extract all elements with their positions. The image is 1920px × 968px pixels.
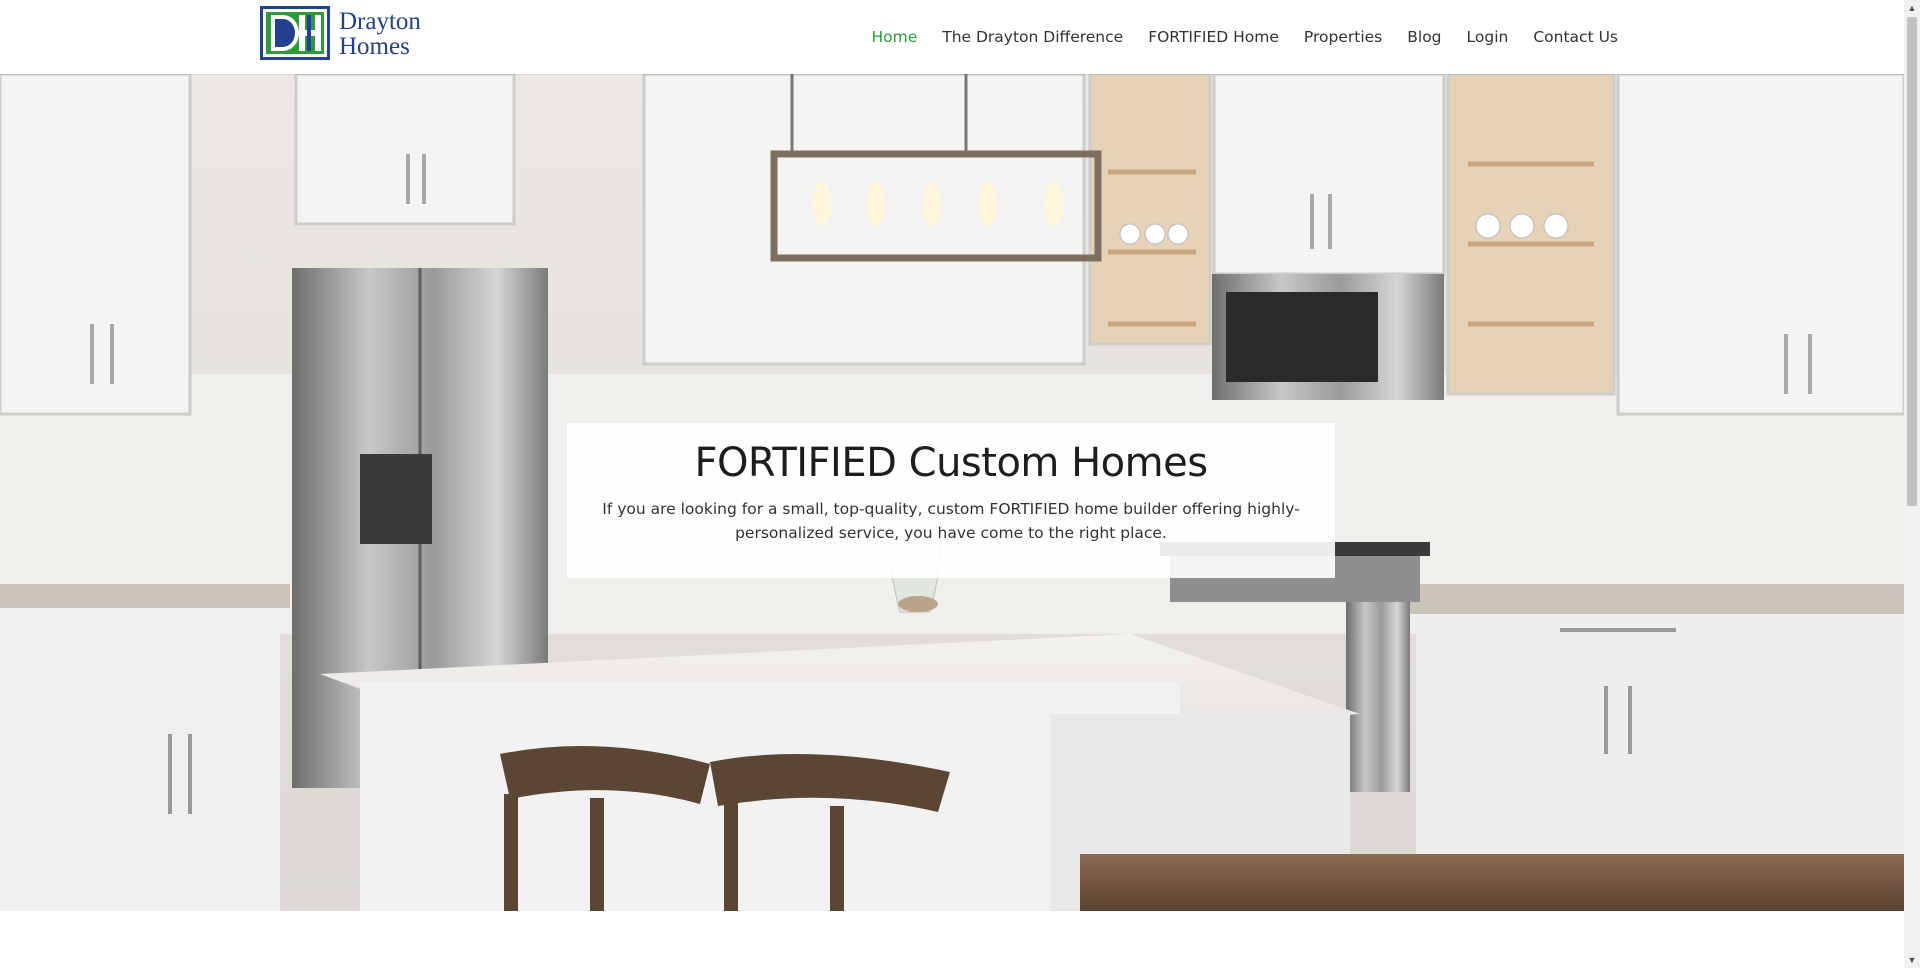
scroll-up-arrow-icon[interactable]: ▲ <box>1904 0 1920 16</box>
main-nav: Home The Drayton Difference FORTIFIED Ho… <box>846 0 1618 74</box>
nav-home[interactable]: Home <box>871 28 917 46</box>
site-header: Drayton Homes Home The Drayton Differenc… <box>0 0 1904 74</box>
logo-line-2: Homes <box>339 33 410 60</box>
hero-title: FORTIFIED Custom Homes <box>694 440 1208 486</box>
hero-description: If you are looking for a small, top-qual… <box>602 500 1300 542</box>
nav-fortified-home[interactable]: FORTIFIED Home <box>1148 28 1279 46</box>
scroll-down-arrow-icon[interactable]: ▼ <box>1904 952 1920 968</box>
nav-drayton-difference[interactable]: The Drayton Difference <box>942 28 1123 46</box>
scrollbar-thumb[interactable] <box>1907 17 1917 506</box>
hero-section: FORTIFIED Custom Homes If you are lookin… <box>0 74 1904 911</box>
logo-wordmark: Drayton Homes <box>339 9 421 59</box>
logo-line-1: Drayton <box>339 8 421 35</box>
nav-contact-us[interactable]: Contact Us <box>1533 28 1618 46</box>
site-logo[interactable]: Drayton Homes <box>259 5 429 61</box>
nav-properties[interactable]: Properties <box>1304 28 1382 46</box>
nav-blog[interactable]: Blog <box>1407 28 1441 46</box>
nav-login[interactable]: Login <box>1467 28 1509 46</box>
drayton-homes-logo-icon <box>260 6 330 60</box>
hero-callout: FORTIFIED Custom Homes If you are lookin… <box>567 423 1335 578</box>
page-scrollbar[interactable]: ▲ ▼ <box>1904 0 1920 968</box>
